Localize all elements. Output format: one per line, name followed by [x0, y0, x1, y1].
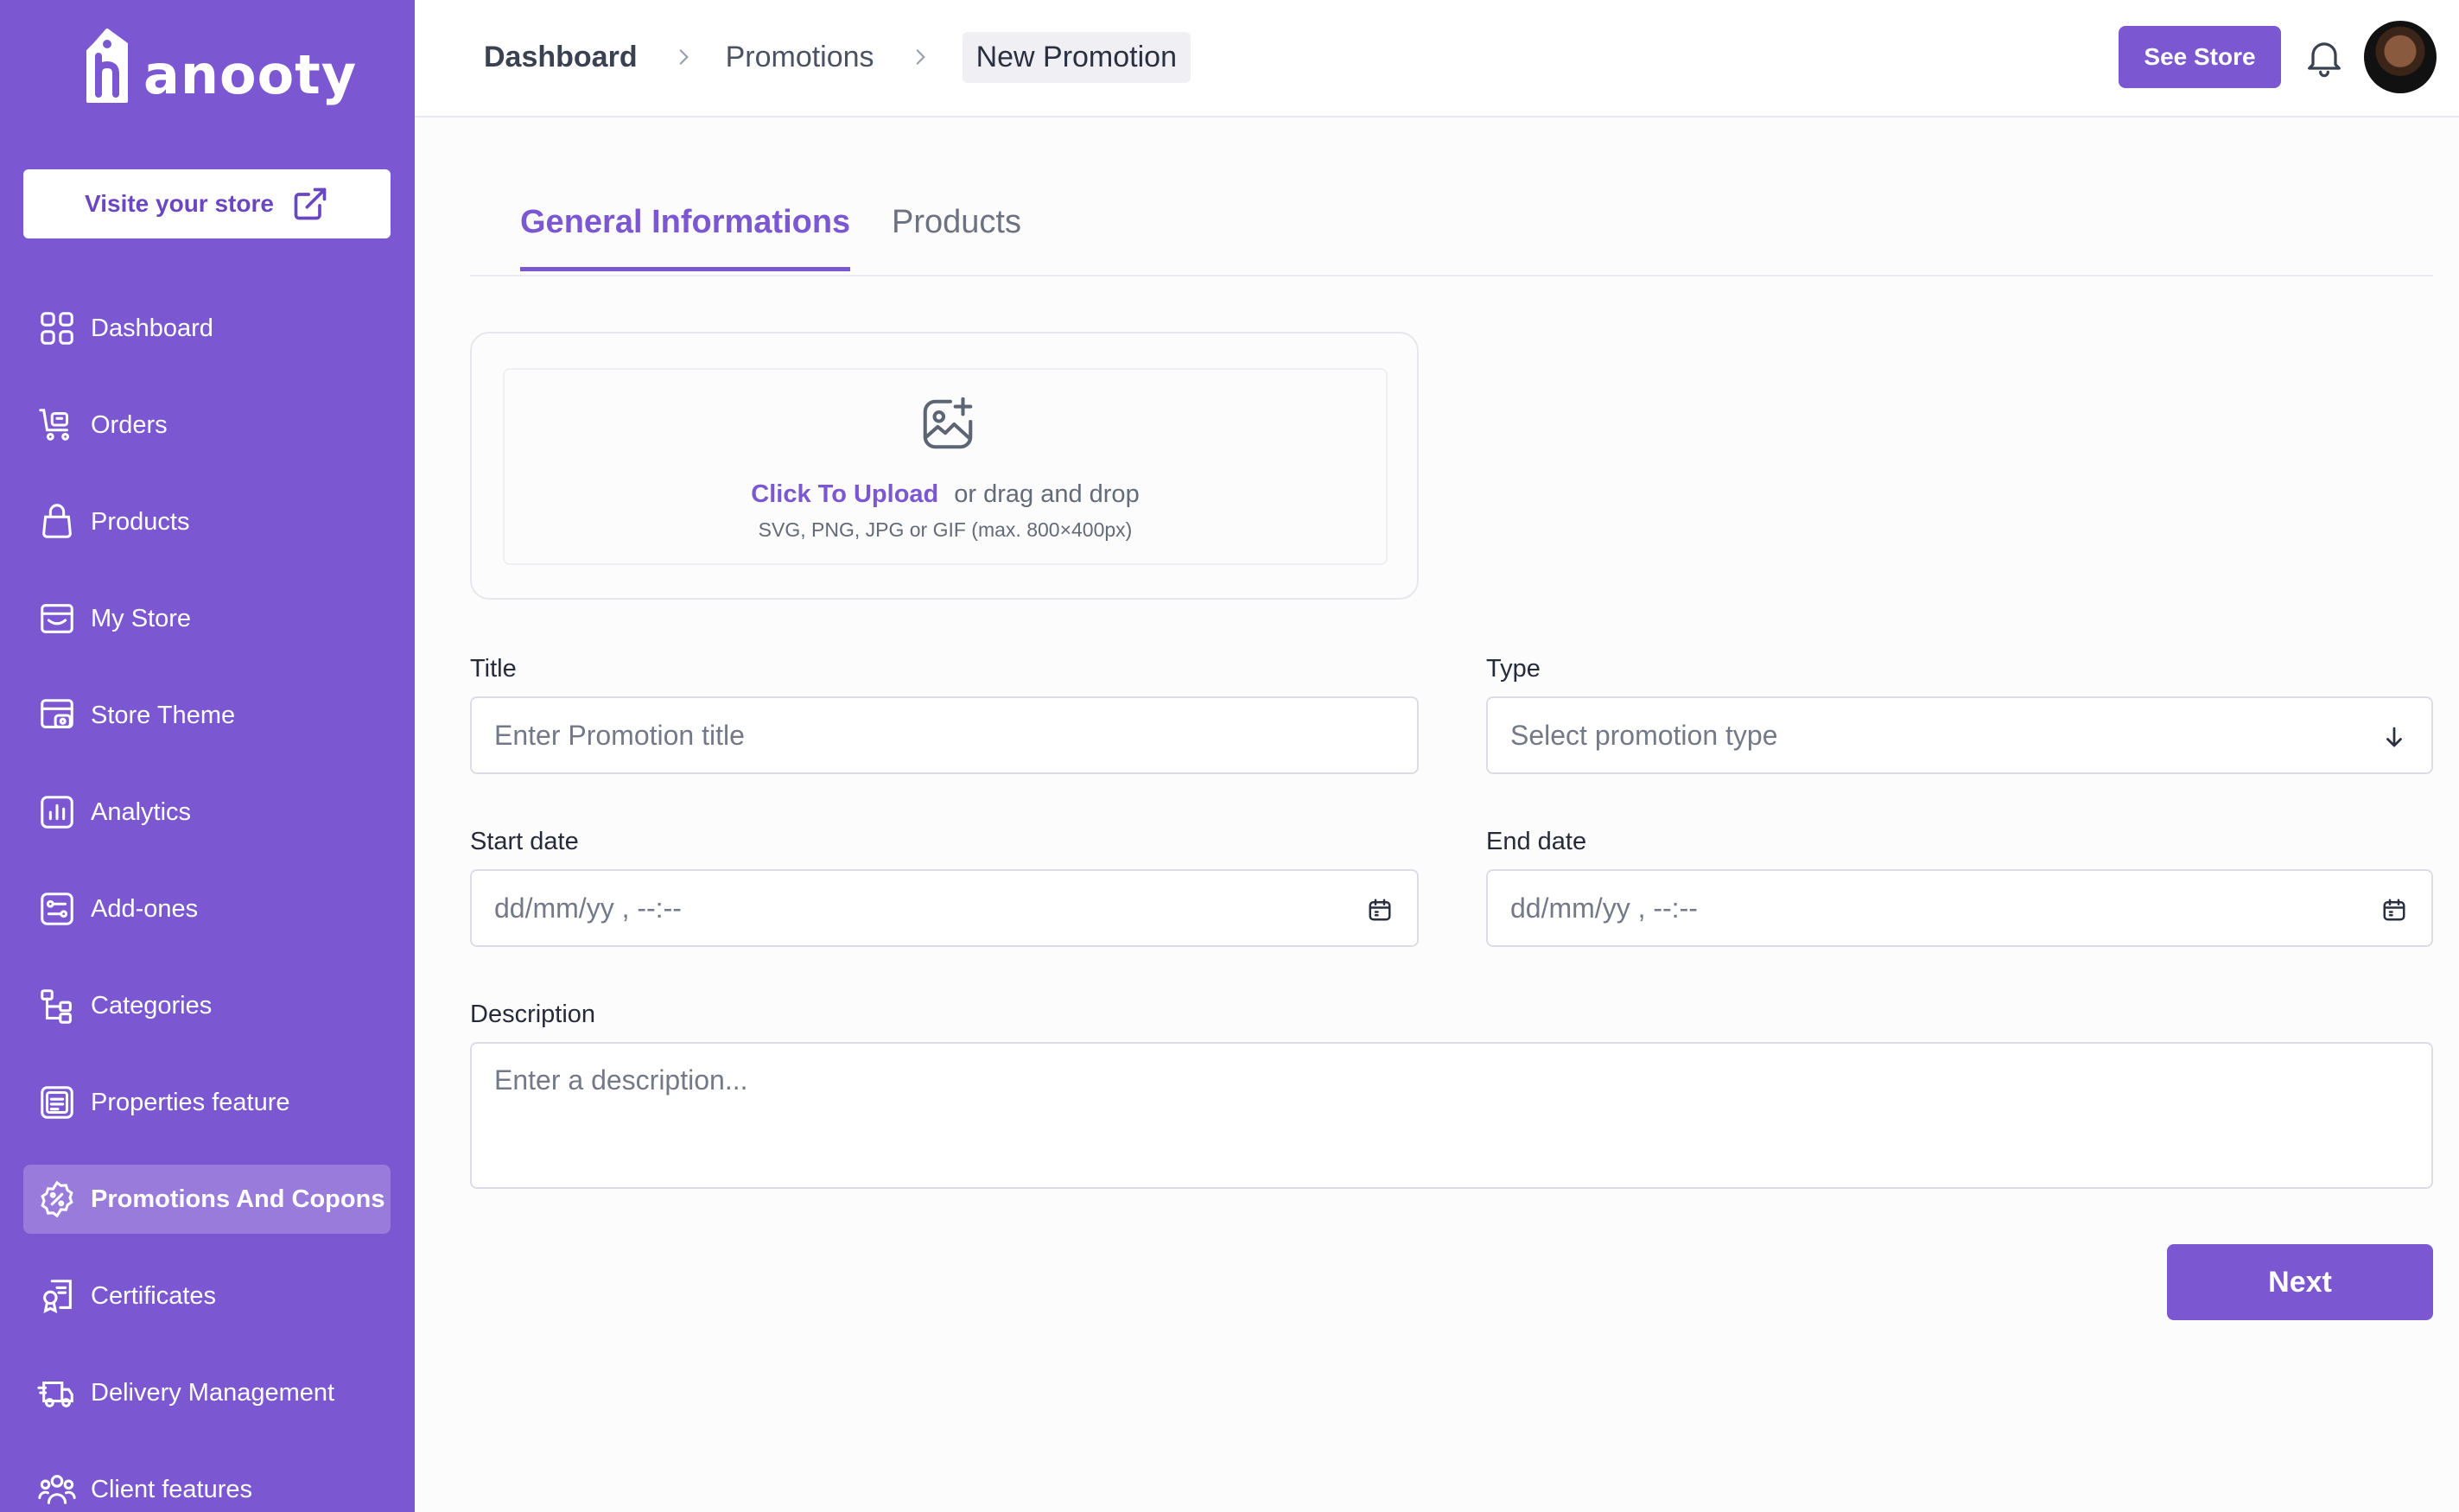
- sidebar-item-properties-feature[interactable]: Properties feature: [23, 1068, 391, 1137]
- sidebar-item-label: Products: [91, 507, 190, 536]
- bag-icon: [42, 504, 72, 538]
- start-date-placeholder: dd/mm/yy , --:--: [494, 892, 682, 924]
- list-box-icon: [41, 1086, 73, 1119]
- title-label: Title: [470, 655, 517, 683]
- store-icon: [41, 604, 73, 633]
- end-date-label: End date: [1486, 828, 1587, 855]
- sidebar-item-label: Orders: [91, 410, 168, 439]
- logo-mark-icon: [86, 29, 128, 103]
- end-date-field[interactable]: dd/mm/yy , --:--: [1486, 869, 2433, 947]
- upload-text-line: Click To Upload or drag and drop: [505, 480, 1386, 509]
- sidebar-item-label: Add-ones: [91, 894, 199, 923]
- breadcrumb-dashboard[interactable]: Dashboard: [484, 41, 638, 74]
- calendar-icon[interactable]: [1367, 897, 1393, 923]
- breadcrumb-promotions[interactable]: Promotions: [726, 41, 874, 74]
- chevron-right-icon: [679, 49, 689, 65]
- users-icon: [38, 1475, 76, 1504]
- upload-format-hint: SVG, PNG, JPG or GIF (max. 800×400px): [758, 518, 1133, 541]
- sidebar-item-promotions[interactable]: Promotions And Copons: [23, 1165, 391, 1234]
- sidebar-item-label: Certificates: [91, 1281, 217, 1310]
- theme-icon: [41, 699, 73, 728]
- sidebar-item-delivery-management[interactable]: Delivery Management: [23, 1358, 391, 1427]
- see-store-button[interactable]: See Store: [2119, 26, 2281, 88]
- sidebar-item-categories[interactable]: Categories: [23, 971, 391, 1040]
- grid-icon: [41, 312, 73, 345]
- sidebar-item-label: My Store: [91, 604, 192, 632]
- description-placeholder: Enter a description...: [494, 1064, 748, 1096]
- title-field[interactable]: Enter Promotion title: [470, 696, 1419, 774]
- tab-products[interactable]: Products: [892, 204, 1021, 267]
- sidebar-item-store-theme[interactable]: Store Theme: [23, 681, 391, 750]
- sidebar-item-my-store[interactable]: My Store: [23, 584, 391, 653]
- sidebar: anooty Visite your store Dashboard Order…: [0, 0, 415, 1512]
- description-textarea[interactable]: Enter a description...: [470, 1042, 2433, 1189]
- image-upload-card: Click To Upload or drag and drop SVG, PNG…: [470, 332, 1419, 600]
- end-date-placeholder: dd/mm/yy , --:--: [1510, 892, 1698, 924]
- sidebar-item-add-ones[interactable]: Add-ones: [23, 874, 391, 943]
- click-to-upload-link[interactable]: Click To Upload: [751, 480, 938, 508]
- sidebar-item-label: Properties feature: [91, 1088, 290, 1116]
- start-date-label: Start date: [470, 828, 579, 855]
- tab-general-informations[interactable]: General Informations: [520, 204, 851, 271]
- chevron-right-icon: [916, 49, 925, 65]
- top-header: Dashboard Promotions New Promotion See S…: [415, 0, 2459, 118]
- upload-dropzone[interactable]: Click To Upload or drag and drop SVG, PNG…: [503, 368, 1388, 565]
- type-placeholder: Select promotion type: [1510, 719, 1778, 751]
- sidebar-item-products[interactable]: Products: [23, 487, 391, 556]
- bell-icon[interactable]: [2302, 35, 2347, 79]
- avatar[interactable]: [2364, 21, 2437, 93]
- sidebar-item-analytics[interactable]: Analytics: [23, 778, 391, 847]
- title-placeholder: Enter Promotion title: [494, 719, 745, 751]
- image-add-icon: [923, 397, 973, 449]
- type-label: Type: [1486, 655, 1541, 683]
- calendar-icon[interactable]: [2381, 897, 2407, 923]
- visit-store-button[interactable]: Visite your store: [23, 169, 391, 238]
- drag-drop-text: or drag and drop: [954, 480, 1140, 508]
- brand-name: anooty: [143, 42, 358, 106]
- type-select[interactable]: Select promotion type: [1486, 696, 2433, 774]
- sidebar-item-label: Dashboard: [91, 314, 213, 342]
- sidebar-item-label: Promotions And Copons: [91, 1185, 385, 1213]
- sidebar-item-label: Categories: [91, 991, 213, 1020]
- visit-store-label: Visite your store: [85, 190, 274, 217]
- sidebar-item-label: Store Theme: [91, 701, 236, 729]
- sidebar-item-label: Analytics: [91, 797, 192, 826]
- truck-icon: [37, 1381, 73, 1407]
- brand-logo[interactable]: anooty: [74, 22, 357, 118]
- sidebar-item-orders[interactable]: Orders: [23, 391, 391, 460]
- breadcrumb-current: New Promotion: [962, 31, 1191, 83]
- sidebar-item-client-features[interactable]: Client features: [23, 1455, 391, 1512]
- hierarchy-icon: [41, 989, 72, 1024]
- arrow-down-icon: [2386, 727, 2402, 747]
- sidebar-item-label: Client features: [91, 1475, 252, 1503]
- tabs: General Informations Products: [470, 181, 2433, 276]
- breadcrumb: Dashboard Promotions New Promotion: [484, 29, 1191, 85]
- certificate-icon: [43, 1280, 72, 1314]
- next-button[interactable]: Next: [2167, 1244, 2433, 1320]
- sidebar-item-dashboard[interactable]: Dashboard: [23, 294, 391, 363]
- description-label: Description: [470, 1001, 596, 1028]
- external-link-icon: [294, 187, 327, 220]
- sidebar-item-certificates[interactable]: Certificates: [23, 1261, 391, 1331]
- percent-badge-icon: [41, 1180, 73, 1218]
- cart-icon: [39, 409, 69, 441]
- sidebar-item-label: Delivery Management: [91, 1378, 335, 1407]
- sidebar-nav: Dashboard Orders Products My Store Store…: [23, 294, 391, 1512]
- chart-icon: [41, 796, 73, 829]
- addons-icon: [41, 893, 73, 925]
- start-date-field[interactable]: dd/mm/yy , --:--: [470, 869, 1419, 947]
